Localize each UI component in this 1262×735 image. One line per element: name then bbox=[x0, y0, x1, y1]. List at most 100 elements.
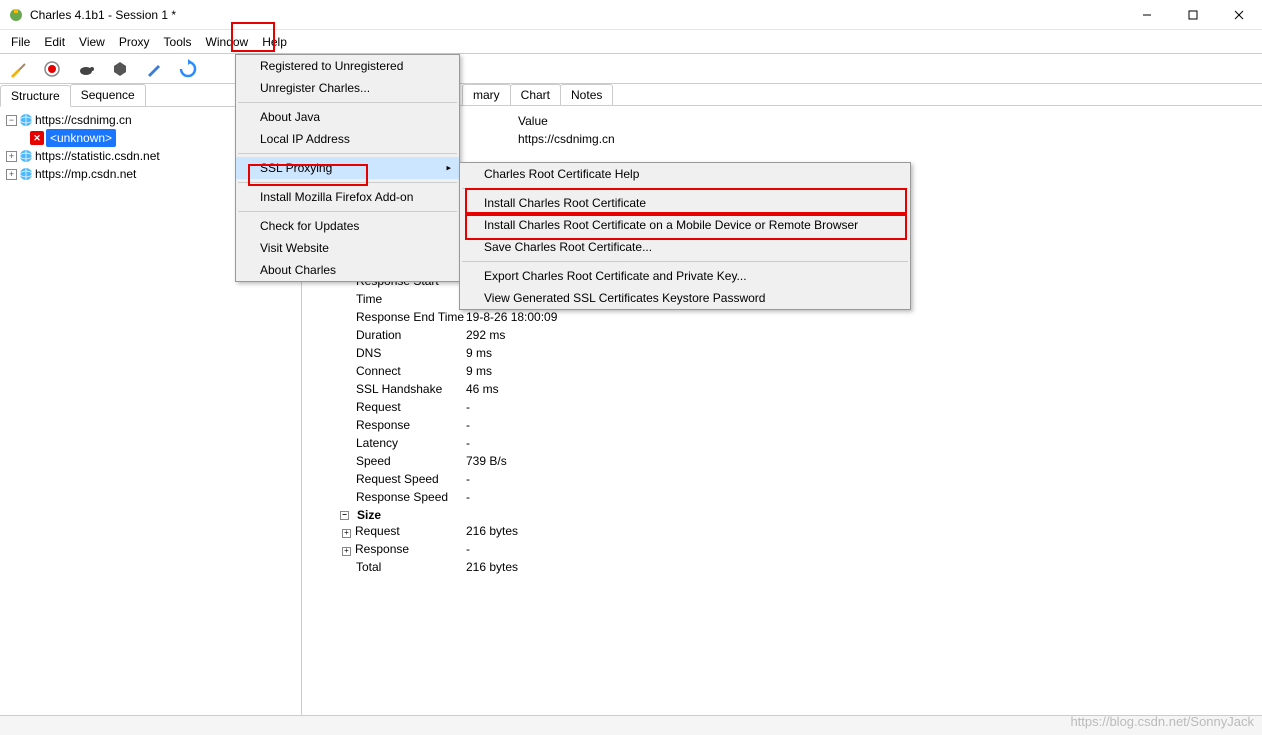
maximize-button[interactable] bbox=[1170, 0, 1216, 30]
expand-icon[interactable]: + bbox=[342, 547, 351, 556]
menu-item[interactable]: Local IP Address bbox=[236, 128, 459, 150]
expand-icon[interactable]: − bbox=[6, 115, 17, 126]
menu-item[interactable]: Registered to Unregistered bbox=[236, 55, 459, 77]
menu-item[interactable]: View Generated SSL Certificates Keystore… bbox=[460, 287, 910, 309]
key-label: +Response bbox=[328, 540, 466, 558]
value-label: - bbox=[466, 398, 470, 416]
menu-item[interactable]: Save Charles Root Certificate... bbox=[460, 236, 910, 258]
minimize-button[interactable] bbox=[1124, 0, 1170, 30]
menu-item[interactable]: Check for Updates bbox=[236, 215, 459, 237]
tab-notes[interactable]: Notes bbox=[560, 84, 613, 105]
size-row: +Request216 bytes bbox=[328, 522, 1246, 540]
tree-label: https://statistic.csdn.net bbox=[35, 147, 160, 165]
size-header[interactable]: − Size bbox=[328, 508, 1246, 522]
turtle-icon[interactable] bbox=[76, 59, 96, 79]
tab-structure[interactable]: Structure bbox=[0, 85, 71, 107]
value-label: 216 bytes bbox=[466, 558, 518, 576]
key-label: Latency bbox=[328, 434, 466, 452]
hexagon-icon[interactable] bbox=[110, 59, 130, 79]
key-label: Duration bbox=[328, 326, 466, 344]
value-label: 19-8-26 18:00:09 bbox=[466, 308, 557, 326]
key-label: SSL Handshake bbox=[328, 380, 466, 398]
close-button[interactable] bbox=[1216, 0, 1262, 30]
size-group: − Size +Request216 bytes+Response-Total2… bbox=[328, 508, 1246, 576]
timing-row: Response Speed- bbox=[328, 488, 1246, 506]
key-label: Request Speed bbox=[328, 470, 466, 488]
menu-item[interactable]: Visit Website bbox=[236, 237, 459, 259]
menu-item[interactable]: Charles Root Certificate Help bbox=[460, 163, 910, 185]
window-title: Charles 4.1b1 - Session 1 * bbox=[30, 8, 176, 22]
tab-sequence[interactable]: Sequence bbox=[70, 84, 146, 106]
key-label: Response Speed bbox=[328, 488, 466, 506]
key-label: Response End Time bbox=[328, 308, 466, 326]
record-icon[interactable] bbox=[42, 59, 62, 79]
expand-icon[interactable]: + bbox=[342, 529, 351, 538]
tree-label: https://csdnimg.cn bbox=[35, 111, 132, 129]
menu-item[interactable]: SSL Proxying▸ bbox=[236, 157, 459, 179]
help-menu: Registered to UnregisteredUnregister Cha… bbox=[235, 54, 460, 282]
titlebar: Charles 4.1b1 - Session 1 * bbox=[0, 0, 1262, 30]
globe-icon bbox=[19, 167, 33, 181]
timing-row: SSL Handshake46 ms bbox=[328, 380, 1246, 398]
size-row: Total216 bytes bbox=[328, 558, 1246, 576]
value-label: - bbox=[466, 434, 470, 452]
menu-help[interactable]: Help bbox=[255, 33, 294, 51]
timing-row: Response End Time19-8-26 18:00:09 bbox=[328, 308, 1246, 326]
key-label: +Request bbox=[328, 522, 466, 540]
refresh-icon[interactable] bbox=[178, 59, 198, 79]
key-label: Total bbox=[328, 558, 466, 576]
menu-view[interactable]: View bbox=[72, 33, 112, 51]
menu-tools[interactable]: Tools bbox=[157, 33, 199, 51]
app-icon bbox=[8, 7, 24, 23]
globe-icon bbox=[19, 149, 33, 163]
menu-proxy[interactable]: Proxy bbox=[112, 33, 157, 51]
group-label: Size bbox=[357, 508, 381, 522]
collapse-icon[interactable]: − bbox=[340, 511, 349, 520]
timing-row: Request- bbox=[328, 398, 1246, 416]
window-controls bbox=[1124, 0, 1262, 30]
value-label: 9 ms bbox=[466, 362, 492, 380]
menu-item[interactable]: About Java bbox=[236, 106, 459, 128]
broom-icon[interactable] bbox=[8, 59, 28, 79]
expand-icon[interactable]: + bbox=[6, 151, 17, 162]
tab-chart[interactable]: Chart bbox=[510, 84, 561, 105]
key-label: Connect bbox=[328, 362, 466, 380]
value-label: 46 ms bbox=[466, 380, 499, 398]
timing-row: Speed739 B/s bbox=[328, 452, 1246, 470]
menu-item[interactable]: Export Charles Root Certificate and Priv… bbox=[460, 265, 910, 287]
value-label: 292 ms bbox=[466, 326, 505, 344]
value-label: - bbox=[466, 488, 470, 506]
timing-row: DNS9 ms bbox=[328, 344, 1246, 362]
expand-icon[interactable]: + bbox=[6, 169, 17, 180]
timing-row: Request Speed- bbox=[328, 470, 1246, 488]
tree-label: https://mp.csdn.net bbox=[35, 165, 136, 183]
value-label: 9 ms bbox=[466, 344, 492, 362]
menu-item[interactable]: Install Charles Root Certificate on a Mo… bbox=[460, 214, 910, 236]
menu-item[interactable]: Install Mozilla Firefox Add-on bbox=[236, 186, 459, 208]
watermark: https://blog.csdn.net/SonnyJack bbox=[1070, 714, 1254, 729]
tab-summary[interactable]: mary bbox=[462, 84, 511, 105]
key-label: Request bbox=[328, 398, 466, 416]
timing-row: Latency- bbox=[328, 434, 1246, 452]
menu-item[interactable]: About Charles bbox=[236, 259, 459, 281]
size-row: +Response- bbox=[328, 540, 1246, 558]
menu-item[interactable]: Unregister Charles... bbox=[236, 77, 459, 99]
timing-row: Duration292 ms bbox=[328, 326, 1246, 344]
error-icon: ✕ bbox=[30, 131, 44, 145]
value-label: 739 B/s bbox=[466, 452, 507, 470]
value-label: - bbox=[466, 470, 470, 488]
menu-file[interactable]: File bbox=[4, 33, 37, 51]
menu-item[interactable]: Install Charles Root Certificate bbox=[460, 192, 910, 214]
timing-row: Connect9 ms bbox=[328, 362, 1246, 380]
toolbar bbox=[0, 54, 1262, 84]
menu-window[interactable]: Window bbox=[199, 33, 256, 51]
menu-edit[interactable]: Edit bbox=[37, 33, 72, 51]
menubar: File Edit View Proxy Tools Window Help bbox=[0, 30, 1262, 54]
key-label: Response bbox=[328, 416, 466, 434]
value-label: - bbox=[466, 416, 470, 434]
ssl-proxying-submenu: Charles Root Certificate Help Install Cha… bbox=[459, 162, 911, 310]
timing-row: Response- bbox=[328, 416, 1246, 434]
tree-label: <unknown> bbox=[46, 129, 116, 147]
pen-icon[interactable] bbox=[144, 59, 164, 79]
key-label: DNS bbox=[328, 344, 466, 362]
